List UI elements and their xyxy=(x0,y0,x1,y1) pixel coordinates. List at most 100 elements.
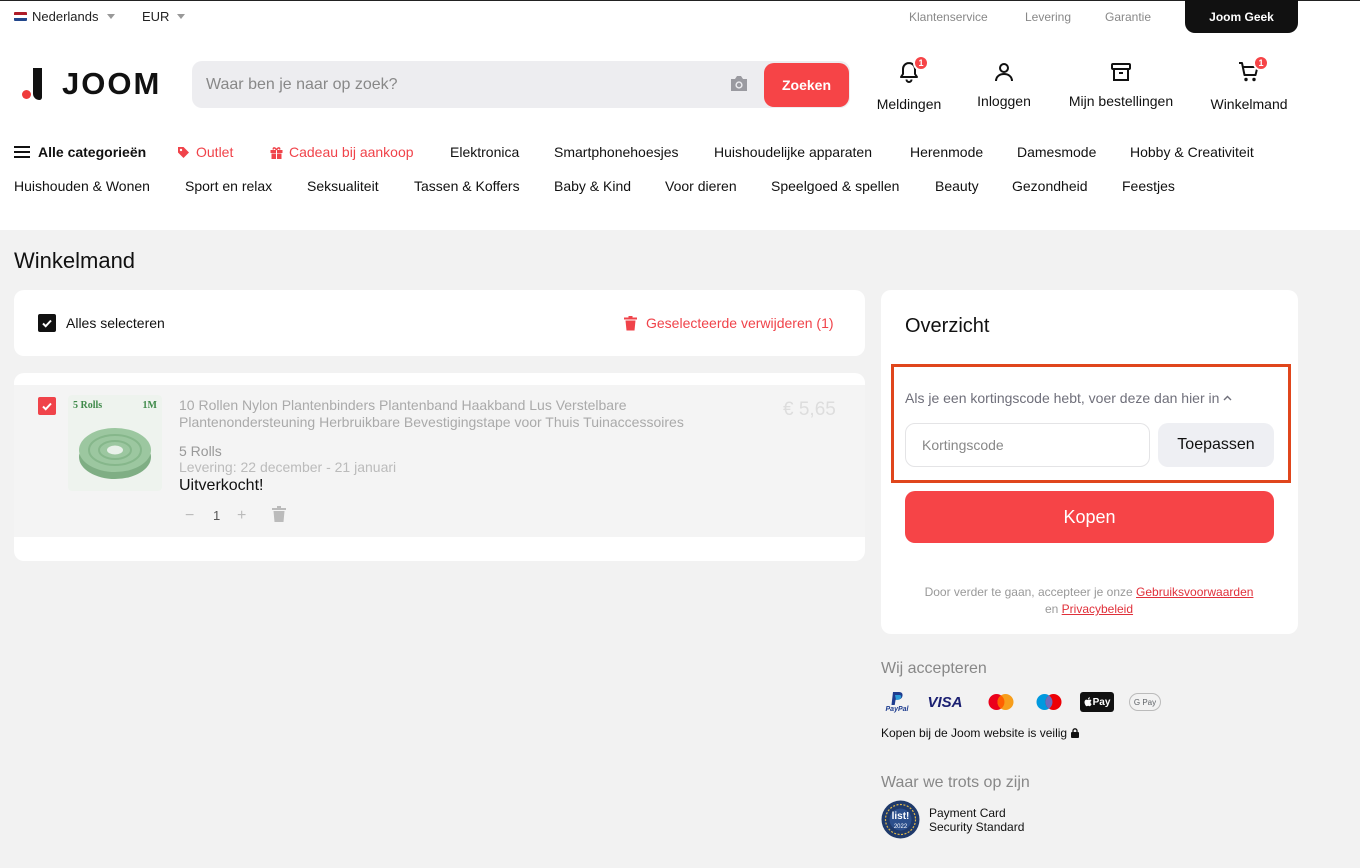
language-selector[interactable]: Nederlands xyxy=(14,9,115,24)
category-gift[interactable]: Cadeau bij aankoop xyxy=(270,144,414,160)
joom-logo[interactable]: JOOM xyxy=(20,66,161,102)
coupon-code-input[interactable] xyxy=(905,423,1150,467)
category-sport[interactable]: Sport en relax xyxy=(185,178,272,194)
login-nav[interactable]: Inloggen xyxy=(974,60,1034,109)
tape-roll-illustration xyxy=(79,428,151,479)
header-background xyxy=(0,0,1360,230)
privacy-policy-link[interactable]: Privacybeleid xyxy=(1062,602,1133,616)
terms-and: en xyxy=(1044,602,1059,616)
trash-icon xyxy=(624,315,637,330)
search-bar xyxy=(192,61,850,108)
select-all-label: Alles selecteren xyxy=(66,315,165,331)
quantity-decrease-button[interactable]: − xyxy=(185,507,194,525)
box-icon xyxy=(1111,63,1131,81)
caret-down-icon xyxy=(177,14,186,19)
visa-icon: VISA xyxy=(913,689,977,715)
product-image[interactable]: 5 Rolls 1M xyxy=(68,395,162,491)
gift-icon xyxy=(270,146,283,159)
product-title[interactable]: 10 Rollen Nylon Plantenbinders Plantenba… xyxy=(179,397,684,431)
camera-icon[interactable] xyxy=(729,75,749,92)
hamburger-icon xyxy=(14,146,30,158)
checkmark-icon xyxy=(42,402,52,411)
category-sexuality[interactable]: Seksualiteit xyxy=(307,178,379,194)
category-phone-cases[interactable]: Smartphonehoesjes xyxy=(554,144,679,160)
netherlands-flag-icon xyxy=(14,12,27,21)
category-pets[interactable]: Voor dieren xyxy=(665,178,737,194)
category-outlet-label: Outlet xyxy=(196,144,234,160)
category-gift-label: Cadeau bij aankoop xyxy=(289,144,414,160)
product-price: € 5,65 xyxy=(783,399,836,420)
award-badge-icon: list! 2022 xyxy=(881,800,920,839)
top-border xyxy=(0,0,1360,1)
delivery-link[interactable]: Levering xyxy=(1025,10,1071,24)
google-pay-icon: G Pay xyxy=(1121,689,1169,715)
page-title: Winkelmand xyxy=(14,248,136,273)
category-womenswear[interactable]: Damesmode xyxy=(1017,144,1096,160)
cart-badge: 1 xyxy=(1253,55,1269,71)
product-title-line-1: 10 Rollen Nylon Plantenbinders Plantenba… xyxy=(179,397,627,413)
chevron-up-icon xyxy=(1223,395,1232,401)
search-button[interactable]: Zoeken xyxy=(764,63,849,107)
delete-selected-label: Geselecteerde verwijderen (1) xyxy=(646,315,834,331)
cart-label: Winkelmand xyxy=(1210,96,1288,112)
currency-selector[interactable]: EUR xyxy=(142,9,186,24)
search-input[interactable] xyxy=(206,61,706,108)
payment-logos: PayPal VISA Pay G Pay xyxy=(881,689,1169,715)
warranty-link[interactable]: Garantie xyxy=(1105,10,1151,24)
secure-purchase-note: Kopen bij de Joom website is veilig xyxy=(881,726,1080,740)
category-home[interactable]: Huishouden & Wonen xyxy=(14,178,150,194)
notification-badge: 1 xyxy=(913,55,929,71)
maestro-icon xyxy=(1025,689,1073,715)
category-hobby[interactable]: Hobby & Creativiteit xyxy=(1130,144,1254,160)
terms-of-use-link[interactable]: Gebruiksvoorwaarden xyxy=(1136,585,1253,599)
all-categories-menu[interactable]: Alle categorieën xyxy=(14,144,146,160)
category-bags[interactable]: Tassen & Koffers xyxy=(414,178,520,194)
category-baby[interactable]: Baby & Kind xyxy=(554,178,631,194)
visa-text: VISA xyxy=(927,693,963,711)
product-title-line-2: Plantenondersteuning Herbruikbare Bevest… xyxy=(179,414,684,430)
notifications-nav[interactable]: 1 Meldingen xyxy=(874,55,944,112)
orders-nav[interactable]: Mijn bestellingen xyxy=(1064,60,1178,109)
tag-icon xyxy=(178,146,189,158)
image-text-rolls: 5 Rolls xyxy=(73,400,103,411)
apple-pay-icon: Pay xyxy=(1073,689,1121,715)
summary-title: Overzicht xyxy=(905,315,990,337)
item-trash-icon[interactable] xyxy=(272,506,286,522)
award-badge-year: 2022 xyxy=(893,824,908,830)
delivery-estimate: Levering: 22 december - 21 januari xyxy=(179,459,397,475)
category-health[interactable]: Gezondheid xyxy=(1012,178,1088,194)
logo-text: JOOM xyxy=(62,66,162,101)
customer-service-link[interactable]: Klantenservice xyxy=(909,10,988,24)
quantity-value: 1 xyxy=(213,508,221,523)
joom-logo-mark-icon xyxy=(20,66,46,102)
buy-button[interactable]: Kopen xyxy=(905,491,1274,543)
category-beauty[interactable]: Beauty xyxy=(935,178,979,194)
terms-prefix: Door verder te gaan, accepteer je onze xyxy=(924,585,1133,599)
currency-label: EUR xyxy=(142,9,170,24)
category-toys[interactable]: Speelgoed & spellen xyxy=(771,178,899,194)
cart-nav[interactable]: 1 Winkelmand xyxy=(1207,55,1291,112)
apply-coupon-button[interactable]: Toepassen xyxy=(1158,423,1274,467)
category-outlet[interactable]: Outlet xyxy=(177,144,233,160)
quantity-increase-button[interactable]: + xyxy=(237,507,246,525)
coupon-toggle[interactable]: Als je een kortingscode hebt, voer deze … xyxy=(905,390,1232,406)
category-party[interactable]: Feestjes xyxy=(1122,178,1175,194)
payments-title: Wij accepteren xyxy=(881,660,987,677)
pci-line-1: Payment Card xyxy=(929,806,1006,820)
category-appliances[interactable]: Huishoudelijke apparaten xyxy=(714,144,872,160)
pci-certification: Payment Card Security Standard xyxy=(929,806,1024,834)
coupon-prompt: Als je een kortingscode hebt, voer deze … xyxy=(905,390,1220,406)
joom-geek-button[interactable]: Joom Geek xyxy=(1185,0,1298,33)
apple-pay-text: Pay xyxy=(1092,696,1111,708)
image-text-length: 1M xyxy=(142,400,157,411)
item-checkbox[interactable] xyxy=(38,397,56,415)
checkbox-checked-icon xyxy=(38,314,56,332)
secure-text: Kopen bij de Joom website is veilig xyxy=(881,726,1068,740)
caret-down-icon xyxy=(106,14,115,19)
category-menswear[interactable]: Herenmode xyxy=(910,144,983,160)
select-all-checkbox[interactable]: Alles selecteren xyxy=(38,314,165,332)
language-label: Nederlands xyxy=(32,9,99,24)
category-electronics[interactable]: Elektronica xyxy=(450,144,519,160)
delete-selected-button[interactable]: Geselecteerde verwijderen (1) xyxy=(624,315,834,331)
terms-notice: Door verder te gaan, accepteer je onze G… xyxy=(900,584,1278,618)
